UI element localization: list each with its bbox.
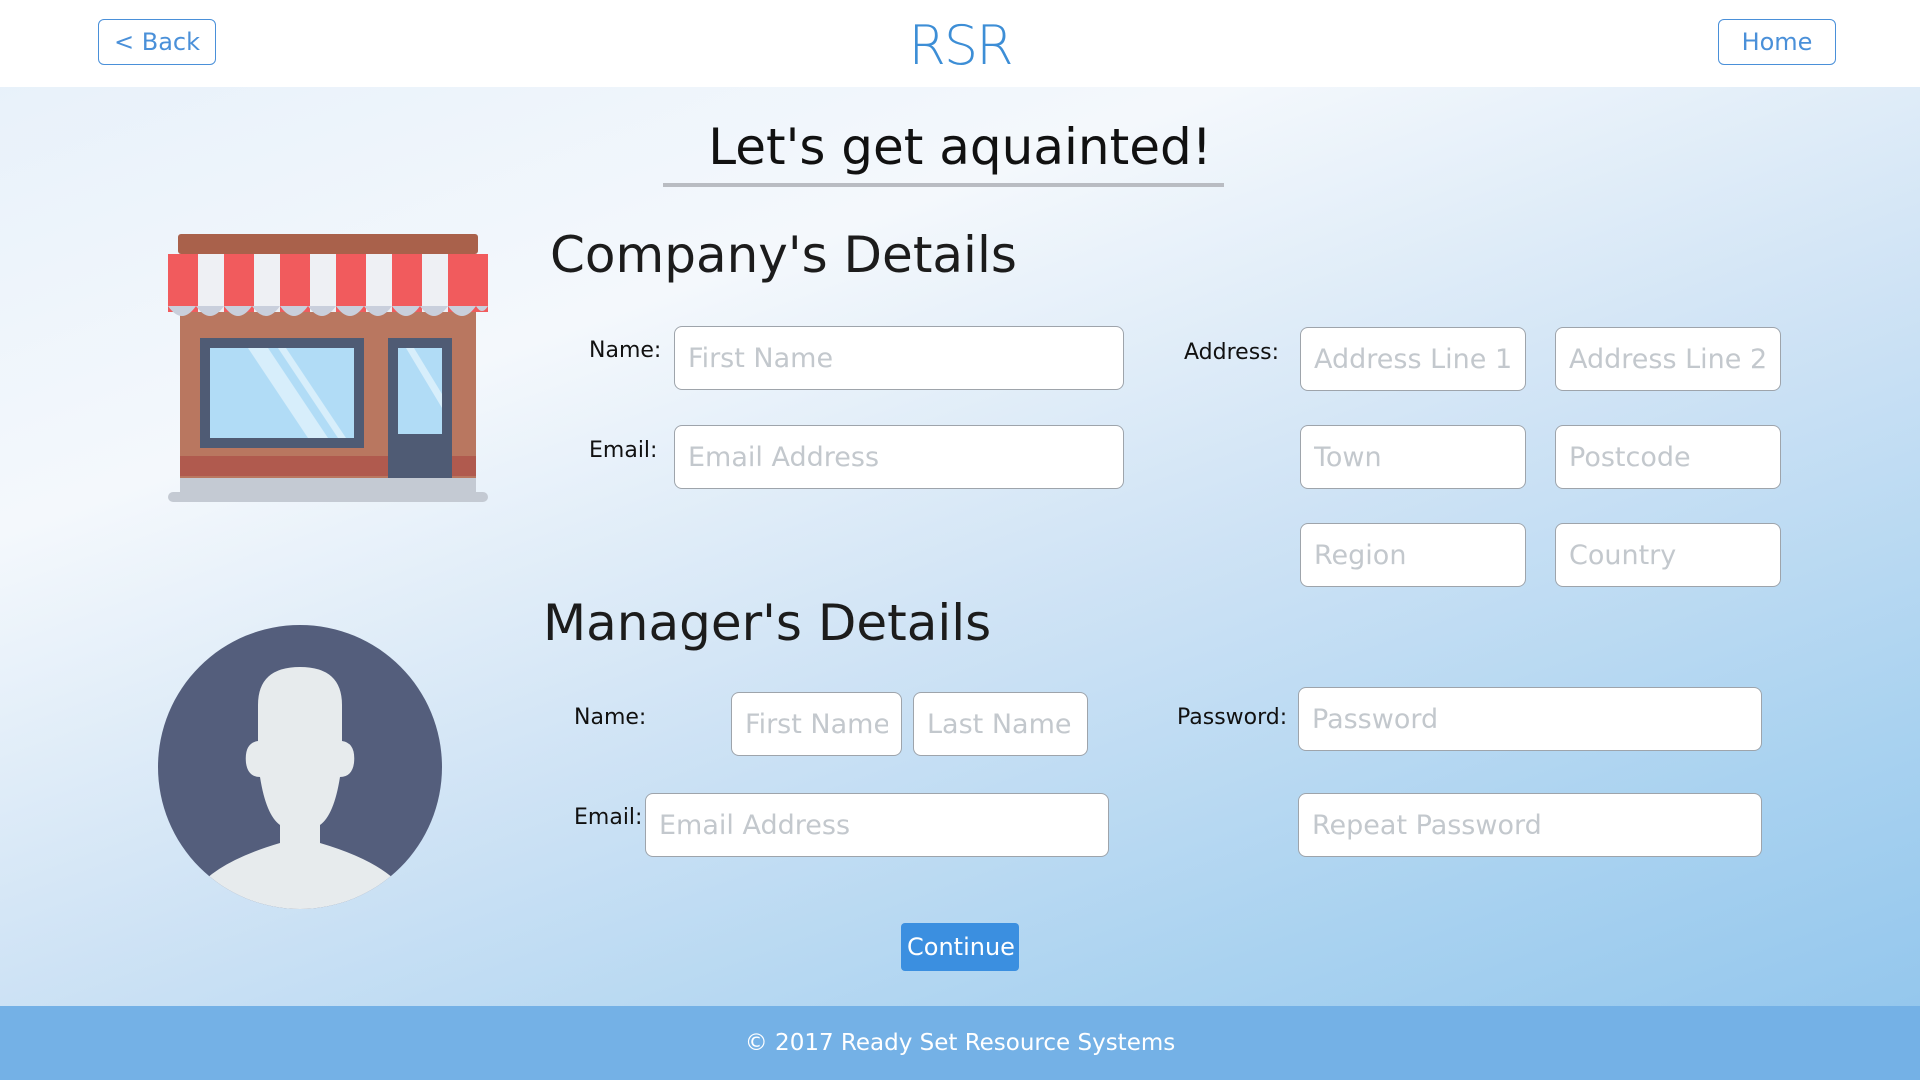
manager-name-label: Name: (574, 705, 647, 730)
footer-copyright: © 2017 Ready Set Resource Systems (744, 1030, 1176, 1056)
postcode-field[interactable] (1555, 425, 1781, 489)
repeat-password-field[interactable] (1298, 793, 1762, 857)
top-bar: < Back RSR Home (0, 0, 1920, 87)
home-button[interactable]: Home (1718, 19, 1836, 65)
country-field[interactable] (1555, 523, 1781, 587)
address-line-2-field[interactable] (1555, 327, 1781, 391)
title-underline (663, 183, 1224, 187)
user-avatar-icon (158, 625, 442, 909)
app-logo: RSR (908, 14, 1013, 77)
region-field[interactable] (1300, 523, 1526, 587)
manager-first-name-field[interactable] (731, 692, 902, 756)
password-field[interactable] (1298, 687, 1762, 751)
company-details-heading: Company's Details (550, 226, 1017, 284)
company-name-label: Name: (589, 338, 662, 363)
storefront-icon (168, 234, 488, 502)
manager-last-name-field[interactable] (913, 692, 1088, 756)
page-title: Let's get aquainted! (708, 118, 1212, 176)
company-address-label: Address: (1184, 340, 1280, 365)
manager-email-field[interactable] (645, 793, 1109, 857)
company-email-label: Email: (589, 438, 658, 463)
continue-button[interactable]: Continue (901, 923, 1019, 971)
footer: © 2017 Ready Set Resource Systems (0, 1006, 1920, 1080)
manager-details-heading: Manager's Details (543, 594, 992, 652)
address-line-1-field[interactable] (1300, 327, 1526, 391)
company-name-field[interactable] (674, 326, 1124, 390)
manager-email-label: Email: (574, 805, 643, 830)
town-field[interactable] (1300, 425, 1526, 489)
company-email-field[interactable] (674, 425, 1124, 489)
password-label: Password: (1177, 705, 1288, 730)
